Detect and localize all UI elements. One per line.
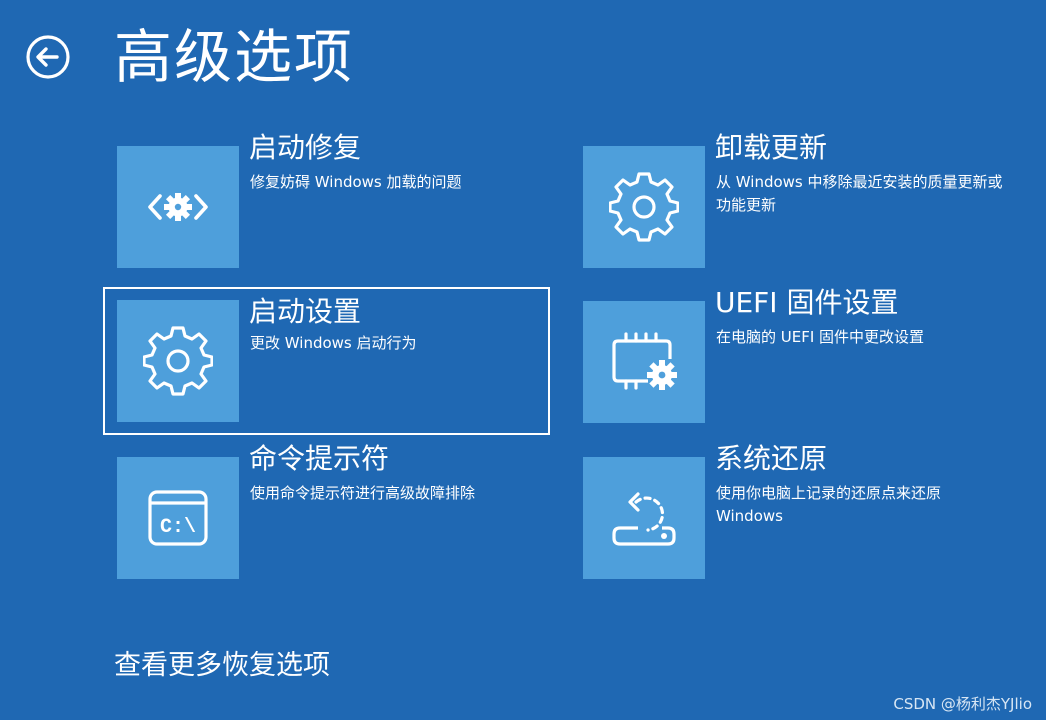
option-title: 启动设置 [249, 295, 362, 328]
option-uninstall-updates[interactable]: 卸载更新 从 Windows 中移除最近安装的质量更新或功能更新 [569, 131, 1019, 268]
option-title: 命令提示符 [249, 442, 390, 475]
back-button[interactable] [25, 34, 71, 80]
option-title: UEFI 固件设置 [715, 286, 899, 319]
option-title: 卸载更新 [715, 131, 828, 164]
command-prompt-icon: C:\ [148, 490, 208, 546]
option-title: 系统还原 [715, 442, 828, 475]
page-title: 高级选项 [114, 23, 355, 91]
gear-icon [609, 172, 679, 242]
startup-repair-icon [148, 193, 208, 221]
option-startup-settings[interactable]: 启动设置 更改 Windows 启动行为 [103, 287, 550, 435]
option-tile [583, 301, 705, 423]
option-description: 在电脑的 UEFI 固件中更改设置 [716, 328, 925, 346]
svg-text:C:\: C:\ [160, 516, 196, 539]
more-recovery-options-link[interactable]: 查看更多恢复选项 [114, 646, 330, 686]
option-description: 使用命令提示符进行高级故障排除 [250, 484, 476, 502]
option-tile [117, 300, 239, 422]
chip-gear-icon [612, 332, 677, 390]
watermark: CSDN @杨利杰YJlio [893, 695, 1032, 713]
option-title: 启动修复 [249, 131, 362, 164]
option-description: 修复妨碍 Windows 加载的问题 [250, 173, 462, 191]
option-description: 使用你电脑上记录的还原点来还原 Windows [716, 484, 942, 525]
system-restore-icon [612, 492, 676, 546]
option-startup-repair[interactable]: 启动修复 修复妨碍 Windows 加载的问题 [103, 131, 553, 268]
option-description: 从 Windows 中移除最近安装的质量更新或功能更新 [716, 173, 1003, 214]
option-uefi-firmware-settings[interactable]: UEFI 固件设置 在电脑的 UEFI 固件中更改设置 [569, 286, 1019, 423]
option-command-prompt[interactable]: C:\ 命令提示符 使用命令提示符进行高级故障排除 [103, 442, 553, 579]
option-tile [583, 457, 705, 579]
option-tile [117, 146, 239, 268]
option-description: 更改 Windows 启动行为 [250, 334, 417, 352]
option-system-restore[interactable]: 系统还原 使用你电脑上记录的还原点来还原 Windows [569, 442, 1019, 579]
option-tile: C:\ [117, 457, 239, 579]
gear-icon [143, 326, 213, 396]
option-tile [583, 146, 705, 268]
arrow-left-circle-icon [26, 35, 70, 79]
